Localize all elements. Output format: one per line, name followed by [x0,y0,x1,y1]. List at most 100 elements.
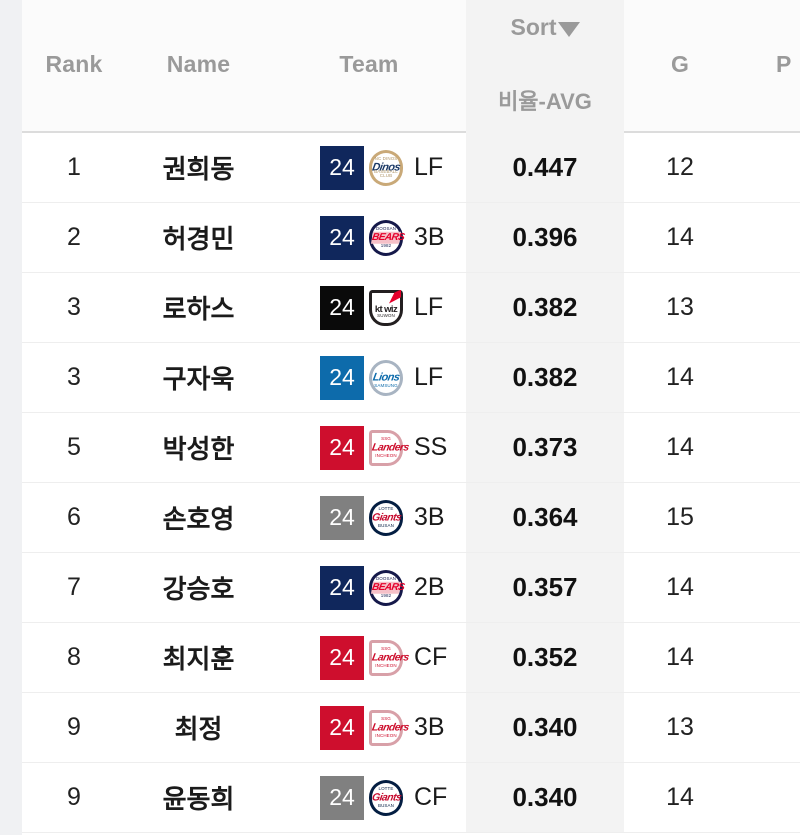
cell-rank: 3 [67,293,81,321]
cell-games: 14 [666,433,694,461]
cell-team: 24 SSG Landers INCHEON CF [271,623,467,692]
cell-games: 14 [666,783,694,811]
logo-wordmark: Landers [370,721,410,734]
logo-shape: LOTTE Giants BUSAN [369,779,403,816]
cell-player-name[interactable]: 권희동 [126,133,271,202]
cell-games: 14 [666,643,694,671]
cell-games: 13 [666,713,694,741]
cell-rank: 3 [67,363,81,391]
doosan-bears-logo: DOOSAN BEARS 1982 [367,219,405,257]
sort-control[interactable]: Sort [466,14,624,41]
logo-shape: SSG Landers INCHEON [369,429,410,466]
logo-shape: SSG Landers INCHEON [369,639,410,676]
cell-avg: 0.447 [466,133,624,202]
cell-team: 24 LOTTE Giants BUSAN CF [271,763,467,832]
column-header-team[interactable]: Team [271,51,467,78]
cell-team: 24 SSG Landers INCHEON 3B [271,693,467,762]
logo-arc-top-text: SSG [381,645,391,651]
cell-team: 24 Lions SAMSUNG LF [271,343,467,412]
table-row[interactable]: 8 최지훈 24 SSG Landers INCHEON CF 0.352 14 [22,623,800,693]
cell-player-name[interactable]: 구자욱 [126,343,271,412]
cell-games: 12 [666,153,694,181]
table-header-row: Rank Name Team Sort 비율-AVG G P [22,0,800,133]
team-chip: 24 SSG Landers INCHEON SS [320,425,448,470]
cell-position: SS [414,433,448,461]
cell-games: 14 [666,363,694,391]
samsung-lions-logo: Lions SAMSUNG [367,359,405,397]
logo-arc-top-text: SSG [381,715,391,721]
column-header-rank[interactable]: Rank [22,51,126,78]
logo-arc-top-text: LOTTE [378,785,394,791]
table-body: 1 권희동 24 NC DINOS Dinos BASEBALL CLUB LF 0.447 1… [22,133,800,833]
cell-avg: 0.382 [466,273,624,342]
jersey-number-badge: 24 [320,775,364,820]
cell-player-name[interactable]: 최정 [126,693,271,762]
table-row[interactable]: 5 박성한 24 SSG Landers INCHEON SS 0.373 14 [22,413,800,483]
column-header-next-partial[interactable]: P [776,51,800,78]
cell-rank: 8 [67,643,81,671]
ssg-landers-logo: SSG Landers INCHEON [367,639,410,677]
team-chip: 24 DOOSAN BEARS 1982 3B [320,215,445,260]
table-row[interactable]: 7 강승호 24 DOOSAN BEARS 1982 2B 0.357 14 [22,553,800,623]
cell-team: 24 DOOSAN BEARS 1982 3B [271,203,467,272]
table-row[interactable]: 9 윤동희 24 LOTTE Giants BUSAN CF 0.340 14 [22,763,800,833]
logo-wordmark: BEARS [370,231,406,244]
sort-label: Sort [510,14,557,40]
cell-avg: 0.352 [466,623,624,692]
column-header-name[interactable]: Name [126,51,271,78]
cell-player-name[interactable]: 최지훈 [126,623,271,692]
cell-position: 3B [414,223,445,251]
table-row[interactable]: 3 로하스 24 kt wiz SUWON LF 0.382 13 [22,273,800,343]
lotte-giants-logo: LOTTE Giants BUSAN [367,779,405,817]
cell-avg: 0.396 [466,203,624,272]
cell-position: CF [414,643,448,671]
team-chip: 24 NC DINOS Dinos BASEBALL CLUB LF [320,145,443,190]
jersey-number-badge: 24 [320,145,364,190]
jersey-number-badge: 24 [320,285,364,330]
cell-rank: 7 [67,573,81,601]
team-chip: 24 LOTTE Giants BUSAN 3B [320,495,445,540]
cell-team: 24 SSG Landers INCHEON SS [271,413,467,482]
column-header-g[interactable]: G [624,51,736,78]
cell-games: 14 [666,223,694,251]
logo-arc-bottom-text: BASEBALL CLUB [374,168,398,178]
cell-team: 24 kt wiz SUWON LF [271,273,467,342]
column-header-avg[interactable]: 비율-AVG [466,84,624,116]
cell-player-name[interactable]: 손호영 [126,483,271,552]
cell-avg: 0.340 [466,763,624,832]
table-row[interactable]: 2 허경민 24 DOOSAN BEARS 1982 3B 0.396 14 [22,203,800,273]
table-row[interactable]: 9 최정 24 SSG Landers INCHEON 3B 0.340 13 [22,693,800,763]
logo-wordmark: Lions [371,370,401,383]
cell-player-name[interactable]: 강승호 [126,553,271,622]
cell-player-name[interactable]: 박성한 [126,413,271,482]
table-row[interactable]: 3 구자욱 24 Lions SAMSUNG LF 0.382 14 [22,343,800,413]
logo-arc-bottom-text: 1982 [380,593,392,598]
cell-player-name[interactable]: 로하스 [126,273,271,342]
cell-rank: 9 [67,713,81,741]
logo-shape: SSG Landers INCHEON [369,709,410,746]
cell-player-name[interactable]: 허경민 [126,203,271,272]
logo-arc-top-text: LOTTE [378,505,394,511]
cell-games: 13 [666,293,694,321]
logo-wordmark: Giants [370,511,403,524]
cell-games: 15 [666,503,694,531]
cell-avg: 0.364 [466,483,624,552]
logo-arc-top-text: DOOSAN [375,225,397,231]
cell-player-name[interactable]: 윤동희 [126,763,271,832]
cell-avg: 0.382 [466,343,624,412]
logo-shape: Lions SAMSUNG [369,359,403,396]
table-row[interactable]: 1 권희동 24 NC DINOS Dinos BASEBALL CLUB LF 0.447 1… [22,133,800,203]
logo-arc-bottom-text: BUSAN [377,523,394,528]
cell-position: 3B [414,503,445,531]
logo-wordmark: Landers [370,441,410,454]
table-row[interactable]: 6 손호영 24 LOTTE Giants BUSAN 3B 0.364 15 [22,483,800,553]
jersey-number-badge: 24 [320,705,364,750]
logo-shape: NC DINOS Dinos BASEBALL CLUB [369,149,403,186]
cell-games: 14 [666,573,694,601]
logo-arc-bottom-text: INCHEON [375,453,397,458]
logo-shape: LOTTE Giants BUSAN [369,499,403,536]
jersey-number-badge: 24 [320,635,364,680]
logo-wordmark: BEARS [370,581,406,594]
caret-down-icon[interactable] [557,22,580,37]
cell-rank: 2 [67,223,81,251]
